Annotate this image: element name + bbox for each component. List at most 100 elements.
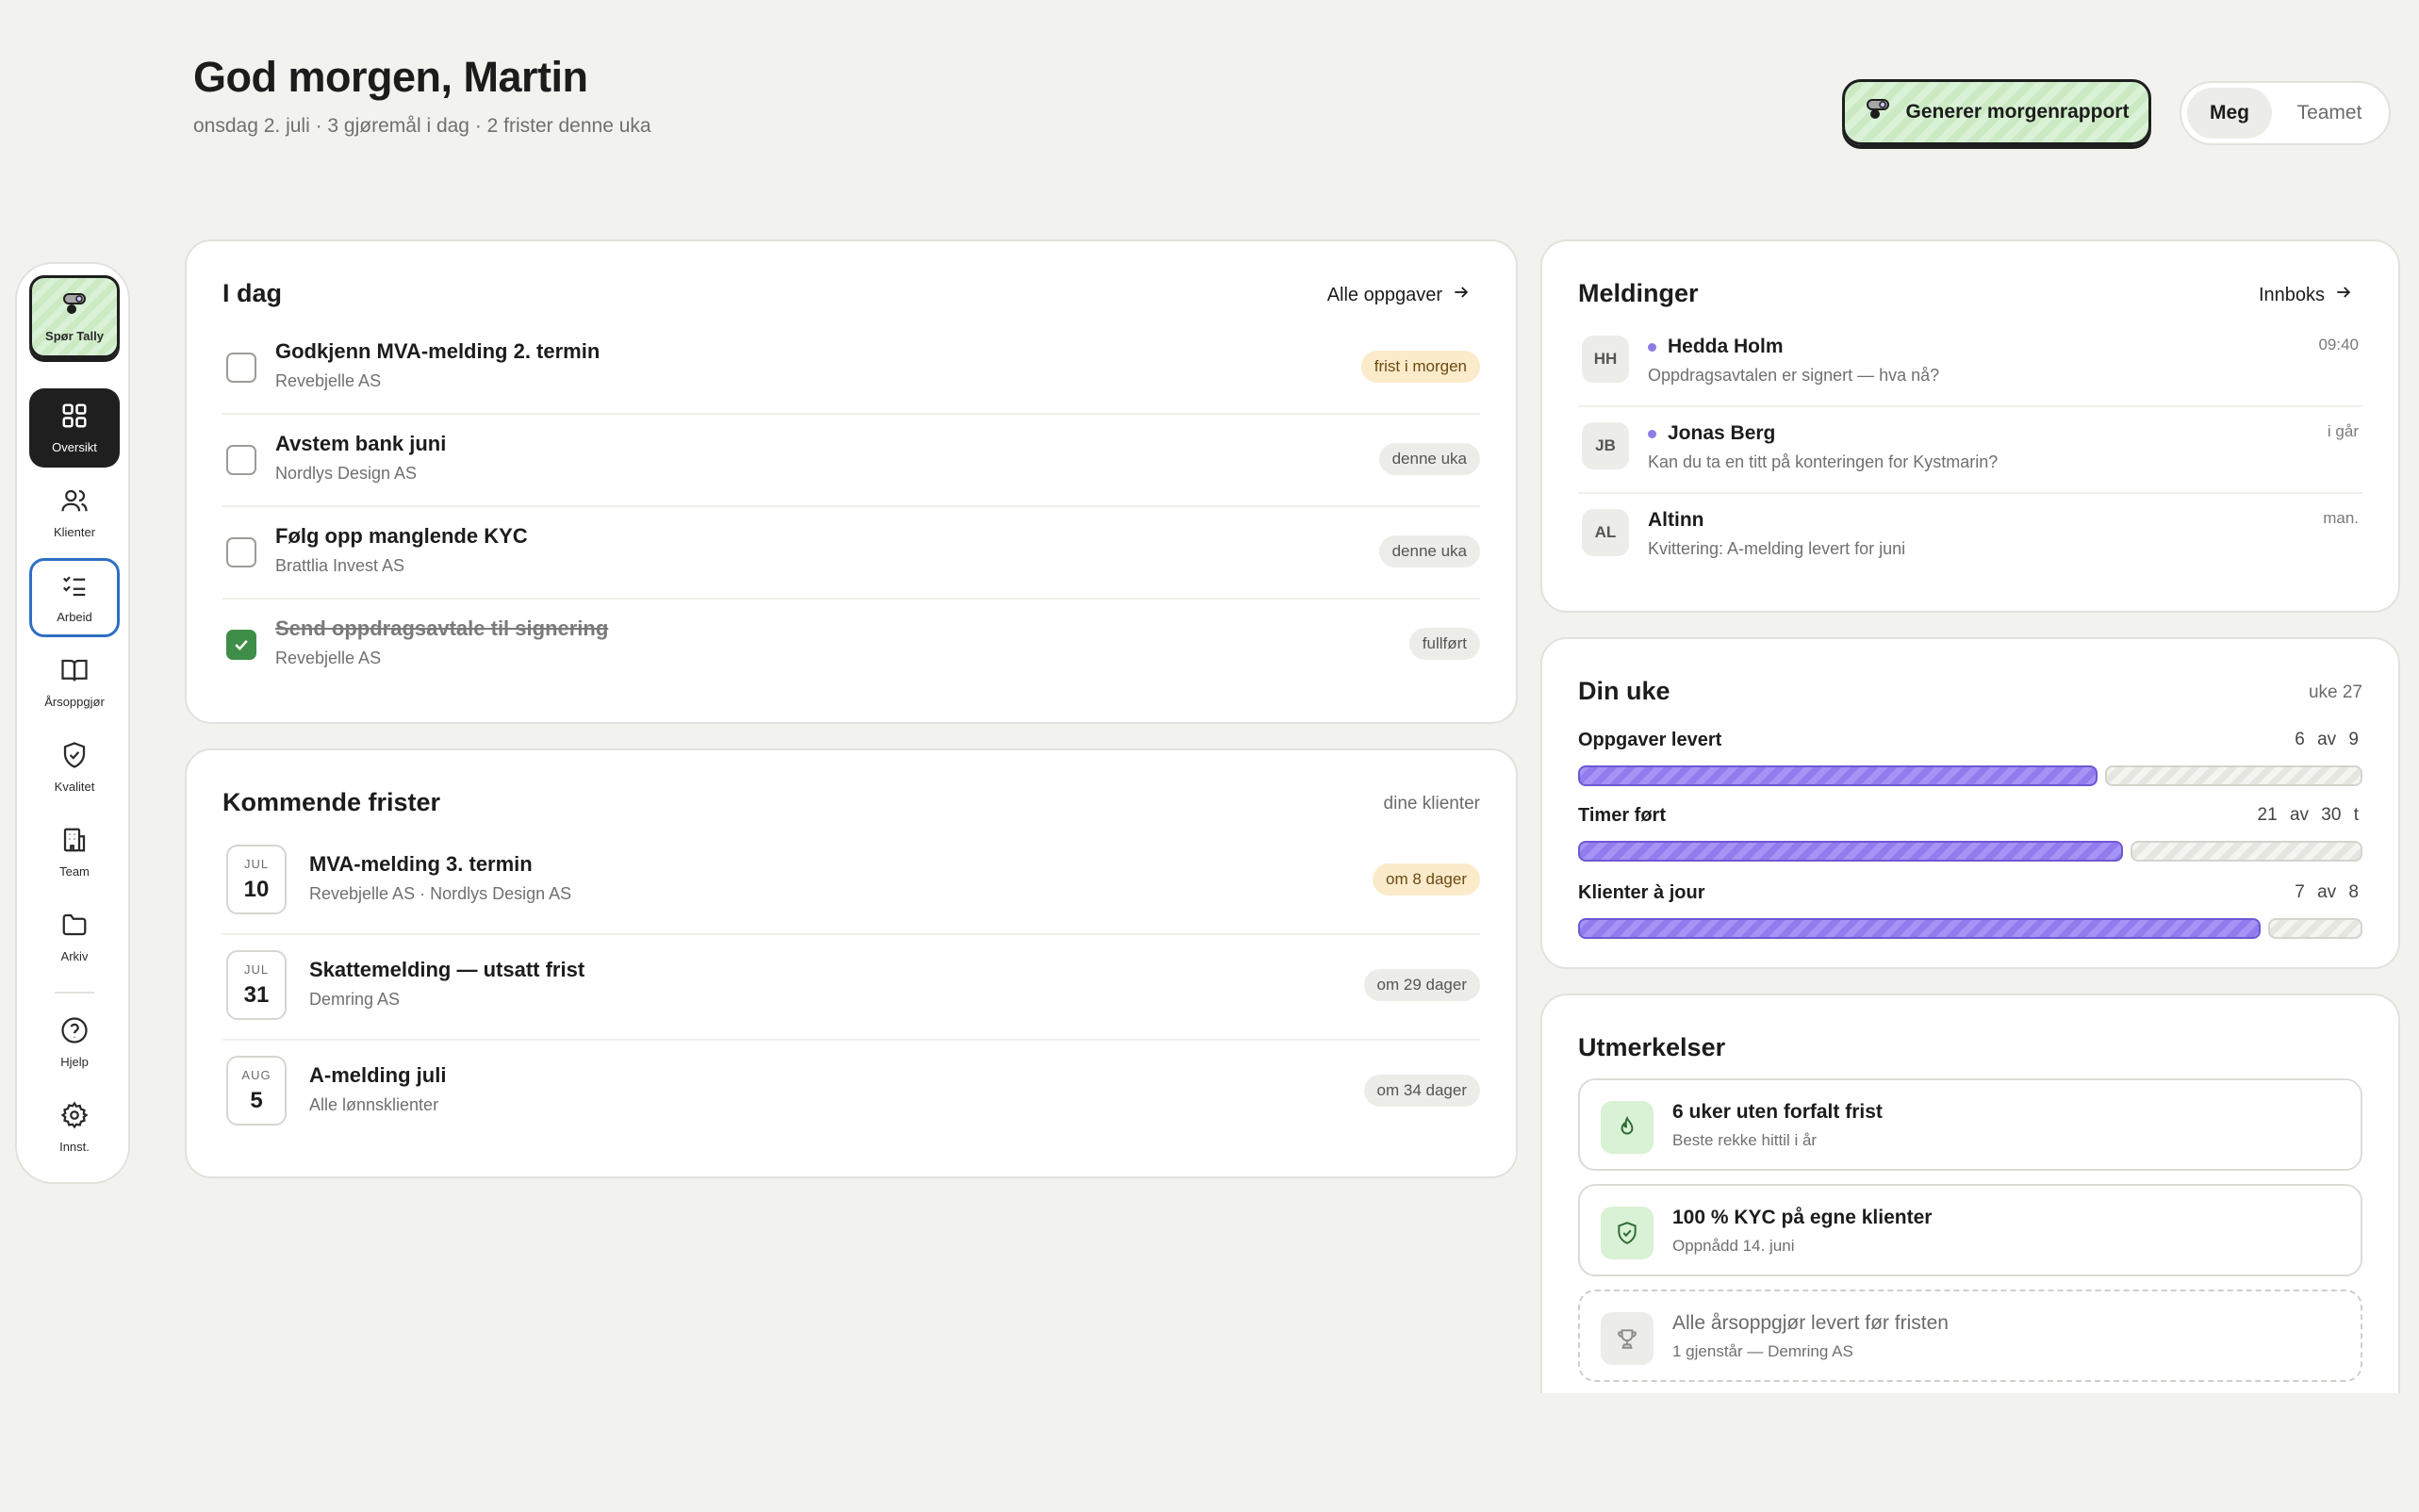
task-title: Send oppdragsavtale til signering [275, 616, 609, 640]
task-checkbox[interactable] [226, 353, 256, 383]
deadline-clients: Revebjelle AS · Nordlys Design AS [309, 884, 572, 903]
avatar: AL [1582, 509, 1629, 556]
status-badge: om 34 dager [1363, 1075, 1480, 1107]
sidebar: Spør Tally Oversikt Klienter Arbeid Årso… [15, 262, 130, 1184]
trophy-icon [1601, 1312, 1654, 1365]
task-client: Revebjelle AS [275, 649, 382, 667]
sidebar-item-arkiv[interactable]: Arkiv [29, 897, 120, 977]
progress-count: 7 av 8 [2295, 882, 2359, 902]
task-checkbox[interactable] [226, 537, 256, 567]
progress-count: 21 av 30 t [2257, 805, 2359, 825]
deadline-row[interactable]: AUG 5 A-melding juli Alle lønnsklienter … [222, 1056, 1480, 1127]
sidebar-item-label: Klienter [53, 525, 96, 539]
task-row[interactable]: Avstem bank juni Nordlys Design AS denne… [222, 432, 1480, 488]
status-badge: denne uka [1378, 535, 1480, 567]
message-time: i går [2327, 422, 2359, 440]
date-box: JUL 31 [226, 950, 287, 1020]
message-row[interactable]: JB Jonas Berg Kan du ta en titt på konte… [1578, 422, 2362, 483]
all-tasks-label: Alle oppgaver [1326, 284, 1442, 305]
sidebar-item-label: Arkiv [60, 949, 89, 963]
today-card: I dag Alle oppgaver Godkjenn MVA-melding… [185, 239, 1518, 724]
tally-logo-icon [1865, 97, 1893, 127]
sidebar-item-arsoppgjor[interactable]: Årsoppgjør [29, 643, 120, 722]
sidebar-item-team[interactable]: Team [29, 813, 120, 892]
message-time: man. [2323, 509, 2359, 527]
message-time: 09:40 [2318, 336, 2359, 353]
message-row[interactable]: AL Altinn Kvittering: A-melding levert f… [1578, 509, 2362, 569]
deadline-clients: Demring AS [309, 990, 401, 1009]
status-badge: om 8 dager [1373, 863, 1480, 896]
message-preview: Oppdragsavtalen er signert — hva nå? [1648, 366, 1940, 385]
sidebar-item-label: Team [59, 864, 90, 879]
row-divider [222, 1039, 1480, 1041]
gear-icon [60, 1101, 89, 1132]
message-row[interactable]: HH Hedda Holm Oppdragsavtalen er signert… [1578, 336, 2362, 396]
award-subtitle: Beste rekke hittil i år [1672, 1131, 1818, 1149]
all-tasks-link[interactable]: Alle oppgaver [1327, 283, 1471, 307]
scope-toggle: Meg Teamet [2180, 81, 2391, 145]
message-preview: Kan du ta en titt på konteringen for Kys… [1648, 452, 1999, 471]
progress-remaining [2268, 918, 2362, 939]
date-box: AUG 5 [226, 1056, 287, 1126]
sidebar-item-label: Arbeid [57, 610, 92, 624]
task-row[interactable]: Godkjenn MVA-melding 2. termin Revebjell… [222, 339, 1480, 396]
progress-row: Oppgaver levert 6 av 9 [1578, 730, 2362, 790]
row-divider [222, 598, 1480, 600]
task-checkbox-checked[interactable] [226, 630, 256, 660]
date-month: AUG [241, 1067, 272, 1082]
greeting-block: God morgen, Martin onsdag 2. juli · 3 gj… [193, 53, 651, 138]
sidebar-item-kvalitet[interactable]: Kvalitet [29, 728, 120, 807]
row-divider [1578, 492, 2362, 494]
toggle-me[interactable]: Meg [2187, 88, 2272, 139]
generate-report-button[interactable]: Generer morgenrapport [1842, 79, 2151, 145]
sidebar-item-label: Hjelp [60, 1055, 89, 1069]
week-card: Din uke uke 27 Oppgaver levert 6 av 9 Ti… [1540, 637, 2400, 969]
deadline-row[interactable]: JUL 31 Skattemelding — utsatt frist Demr… [222, 950, 1480, 1022]
flame-icon [1601, 1101, 1654, 1154]
sidebar-item-hjelp[interactable]: Hjelp [29, 1003, 120, 1082]
task-title: Avstem bank juni [275, 432, 447, 455]
sidebar-item-innstillinger[interactable]: Innst. [29, 1088, 120, 1167]
row-divider [222, 933, 1480, 935]
ask-tally-button[interactable]: Spør Tally [29, 275, 120, 358]
award-title: Alle årsoppgjør levert før fristen [1672, 1312, 1949, 1334]
page-fade [1527, 1393, 2419, 1512]
awards-title: Utmerkelser [1578, 1033, 1726, 1061]
deadline-title: A-melding juli [309, 1063, 447, 1087]
toggle-team[interactable]: Teamet [2278, 88, 2381, 139]
sidebar-item-arbeid[interactable]: Arbeid [29, 558, 120, 637]
inbox-link[interactable]: Innboks [2259, 283, 2353, 307]
deadline-row[interactable]: JUL 10 MVA-melding 3. termin Revebjelle … [222, 845, 1480, 916]
row-divider [222, 505, 1480, 507]
sidebar-item-oversikt[interactable]: Oversikt [29, 388, 120, 468]
award-item[interactable]: 6 uker uten forfalt frist Beste rekke hi… [1578, 1078, 2362, 1171]
award-title: 6 uker uten forfalt frist [1672, 1101, 1883, 1123]
progress-row: Timer ført 21 av 30 t [1578, 805, 2362, 865]
progress-bar [1578, 918, 2362, 939]
award-item-pending[interactable]: Alle årsoppgjør levert før fristen 1 gje… [1578, 1290, 2362, 1382]
award-item[interactable]: 100 % KYC på egne klienter Oppnådd 14. j… [1578, 1184, 2362, 1276]
check-icon [235, 639, 248, 650]
task-row[interactable]: Send oppdragsavtale til signering Revebj… [222, 616, 1480, 673]
week-title: Din uke [1578, 677, 1670, 705]
progress-fill [1578, 918, 2261, 939]
task-client: Brattlia Invest AS [275, 556, 405, 575]
book-icon [60, 656, 89, 687]
shield-check-icon [60, 741, 89, 772]
date-day: 10 [243, 876, 270, 902]
sidebar-divider [55, 992, 94, 994]
status-badge: fullført [1408, 628, 1480, 660]
messages-card: Meldinger Innboks HH Hedda Holm Oppdrags… [1540, 239, 2400, 613]
progress-count: 6 av 9 [2295, 730, 2359, 749]
week-number: uke 27 [2308, 682, 2362, 702]
progress-row: Klienter à jour 7 av 8 [1578, 882, 2362, 943]
tally-logo-icon [60, 290, 89, 321]
sidebar-item-label: Årsoppgjør [44, 695, 105, 709]
page-title: God morgen, Martin [193, 53, 588, 101]
arrow-right-icon [2334, 283, 2353, 307]
building-icon [60, 826, 89, 857]
task-row[interactable]: Følg opp manglende KYC Brattlia Invest A… [222, 524, 1480, 581]
sidebar-item-klienter[interactable]: Klienter [29, 473, 120, 552]
message-sender: Hedda Holm [1668, 336, 1784, 357]
task-checkbox[interactable] [226, 445, 256, 475]
